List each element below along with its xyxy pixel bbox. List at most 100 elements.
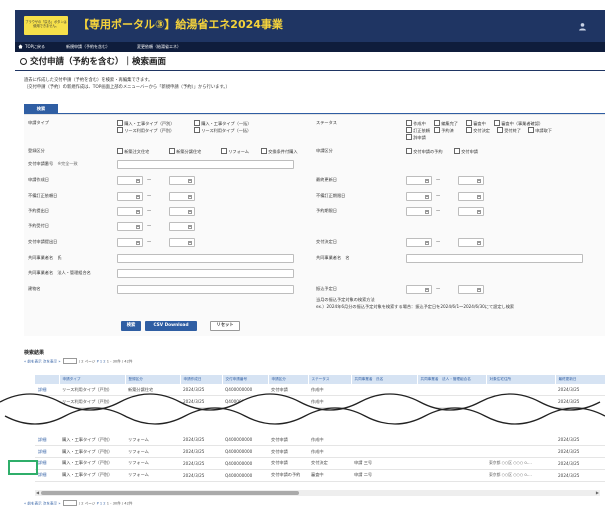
table-cell: 2024/3/25 xyxy=(180,434,222,447)
joint-surname-input[interactable] xyxy=(117,254,294,263)
reg-type-checkbox[interactable]: 新築注文住宅 xyxy=(117,148,149,155)
calendar-icon[interactable] xyxy=(135,194,140,199)
scroll-right-icon[interactable]: ▶ xyxy=(596,490,599,496)
detail-link[interactable]: 詳細 xyxy=(35,469,59,482)
status-checkbox[interactable]: 訂正依頼 xyxy=(406,127,430,134)
detail-link[interactable]: 詳細 xyxy=(35,457,59,470)
horizontal-scrollbar[interactable]: ◀ ▶ xyxy=(35,490,600,496)
status-checkbox[interactable]: 辞申請 xyxy=(406,134,426,141)
apply-type-checkbox[interactable]: 購入・工事タイプ（一括） xyxy=(194,120,251,127)
search-button[interactable]: 検索 xyxy=(121,321,141,331)
table-cell: 2024/3/25 xyxy=(555,469,605,482)
pager-first-link[interactable]: « 前を表示 xyxy=(24,501,42,505)
table-cell: 作成中 xyxy=(308,445,351,459)
joint-given-name-label: 共同事業者名 名 xyxy=(316,255,350,260)
pager-first-link[interactable]: « 前を表示 xyxy=(24,359,42,363)
building-input[interactable] xyxy=(117,285,294,294)
status-checkbox[interactable]: 編集完了 xyxy=(434,120,458,127)
calendar-icon[interactable] xyxy=(424,287,429,292)
updated-to-input[interactable] xyxy=(458,176,484,185)
fix-deadline-from-input[interactable] xyxy=(406,192,432,201)
calendar-icon[interactable] xyxy=(424,209,429,214)
status-checkbox[interactable]: 受付終了 xyxy=(497,127,521,134)
reg-type-checkbox[interactable]: リフォーム xyxy=(221,148,249,155)
created-to-input[interactable] xyxy=(169,176,195,185)
user-icon[interactable] xyxy=(578,22,587,31)
page-number-input[interactable] xyxy=(62,500,77,506)
updated-from-input[interactable] xyxy=(406,176,432,185)
tab-search[interactable]: 検索 xyxy=(24,104,58,114)
pager-pages[interactable]: P 1 2 xyxy=(97,359,106,363)
apply-type-checkbox[interactable]: 購入・工事タイプ（戸別） xyxy=(117,120,174,127)
table-cell: Q400000000 xyxy=(222,457,268,470)
reserve-expire-to-input[interactable] xyxy=(458,207,484,216)
calendar-icon[interactable] xyxy=(187,194,192,199)
fix-deadline-to-input[interactable] xyxy=(458,192,484,201)
apply-submit-from-input[interactable] xyxy=(117,238,143,247)
calendar-icon[interactable] xyxy=(476,178,481,183)
scroll-left-icon[interactable]: ◀ xyxy=(36,490,39,496)
scroll-thumb[interactable] xyxy=(41,491,299,495)
calendar-icon[interactable] xyxy=(476,240,481,245)
calendar-icon[interactable] xyxy=(135,209,140,214)
nav-change-link[interactable]: 変更依頼（給湯省エネ） xyxy=(137,42,181,52)
table-cell: リフォーム xyxy=(125,469,180,482)
apply-type-checkbox[interactable]: リース利用タイプ（一括） xyxy=(194,127,251,134)
calendar-icon[interactable] xyxy=(424,194,429,199)
status-checkbox[interactable]: 申請取下 xyxy=(528,127,552,134)
reset-button[interactable]: リセット xyxy=(210,321,240,331)
apply-kubun-checkbox[interactable]: 交付申請 xyxy=(454,148,478,155)
reserve-accept-from-input[interactable] xyxy=(117,222,143,231)
page-number-input[interactable] xyxy=(62,358,77,364)
fix-request-from-input[interactable] xyxy=(117,192,143,201)
pager-next-link[interactable]: 次を表示 » xyxy=(43,501,61,505)
home-icon[interactable] xyxy=(18,42,23,52)
calendar-icon[interactable] xyxy=(187,178,192,183)
grant-date-from-input[interactable] xyxy=(406,238,432,247)
grant-date-to-input[interactable] xyxy=(458,238,484,247)
column-header: 対象住宅住所 xyxy=(486,375,556,384)
calendar-icon[interactable] xyxy=(187,240,192,245)
transfer-from-input[interactable] xyxy=(406,285,432,294)
back-button-warning: ブラウザの「戻る」ボタンは使用できません。 xyxy=(24,16,68,35)
apply-no-input[interactable] xyxy=(117,160,294,169)
nav-top-link[interactable]: TOPに戻る xyxy=(25,42,45,52)
status-checkbox[interactable]: 審査中（事業者確認） xyxy=(494,120,543,127)
apply-type-checkbox[interactable]: リース利用タイプ（戸別） xyxy=(117,127,174,134)
detail-link[interactable]: 詳細 xyxy=(35,434,59,447)
transfer-to-input[interactable] xyxy=(458,285,484,294)
reg-type-checkbox[interactable]: 交換条件付購入 xyxy=(261,148,297,155)
calendar-icon[interactable] xyxy=(135,240,140,245)
calendar-icon[interactable] xyxy=(476,194,481,199)
joint-given-name-input[interactable] xyxy=(406,254,583,263)
pager-next-link[interactable]: 次を表示 » xyxy=(43,359,61,363)
csv-download-button[interactable]: CSV Download xyxy=(145,321,197,331)
reserve-accept-to-input[interactable] xyxy=(169,222,195,231)
transfer-note: 当月の振込予定対象の検索方法 ex.）2024年6月分の振込予定対象を検索する場… xyxy=(316,297,515,309)
detail-link[interactable]: 詳細 xyxy=(35,445,59,459)
table-cell: 2024/3/25 xyxy=(180,445,222,459)
apply-submit-to-input[interactable] xyxy=(169,238,195,247)
calendar-icon[interactable] xyxy=(187,209,192,214)
reserve-submit-from-input[interactable] xyxy=(117,207,143,216)
status-checkbox[interactable]: 審査中 xyxy=(466,120,486,127)
status-checkbox[interactable]: 交付決定 xyxy=(466,127,490,134)
calendar-icon[interactable] xyxy=(135,178,140,183)
pager-pages[interactable]: P 1 2 xyxy=(97,501,106,505)
calendar-icon[interactable] xyxy=(476,209,481,214)
reg-type-checkbox[interactable]: 新築分譲住宅 xyxy=(169,148,201,155)
status-checkbox[interactable]: 予約済 xyxy=(434,127,454,134)
reserve-submit-to-input[interactable] xyxy=(169,207,195,216)
calendar-icon[interactable] xyxy=(135,224,140,229)
nav-new-apply-link[interactable]: 新規申請（予約を含む） xyxy=(66,42,110,52)
calendar-icon[interactable] xyxy=(424,240,429,245)
joint-corp-input[interactable] xyxy=(117,269,294,278)
apply-kubun-checkbox[interactable]: 交付申請の予約 xyxy=(406,148,442,155)
calendar-icon[interactable] xyxy=(476,287,481,292)
reserve-expire-from-input[interactable] xyxy=(406,207,432,216)
fix-request-to-input[interactable] xyxy=(169,192,195,201)
status-checkbox[interactable]: 作成中 xyxy=(406,120,426,127)
calendar-icon[interactable] xyxy=(187,224,192,229)
created-from-input[interactable] xyxy=(117,176,143,185)
calendar-icon[interactable] xyxy=(424,178,429,183)
